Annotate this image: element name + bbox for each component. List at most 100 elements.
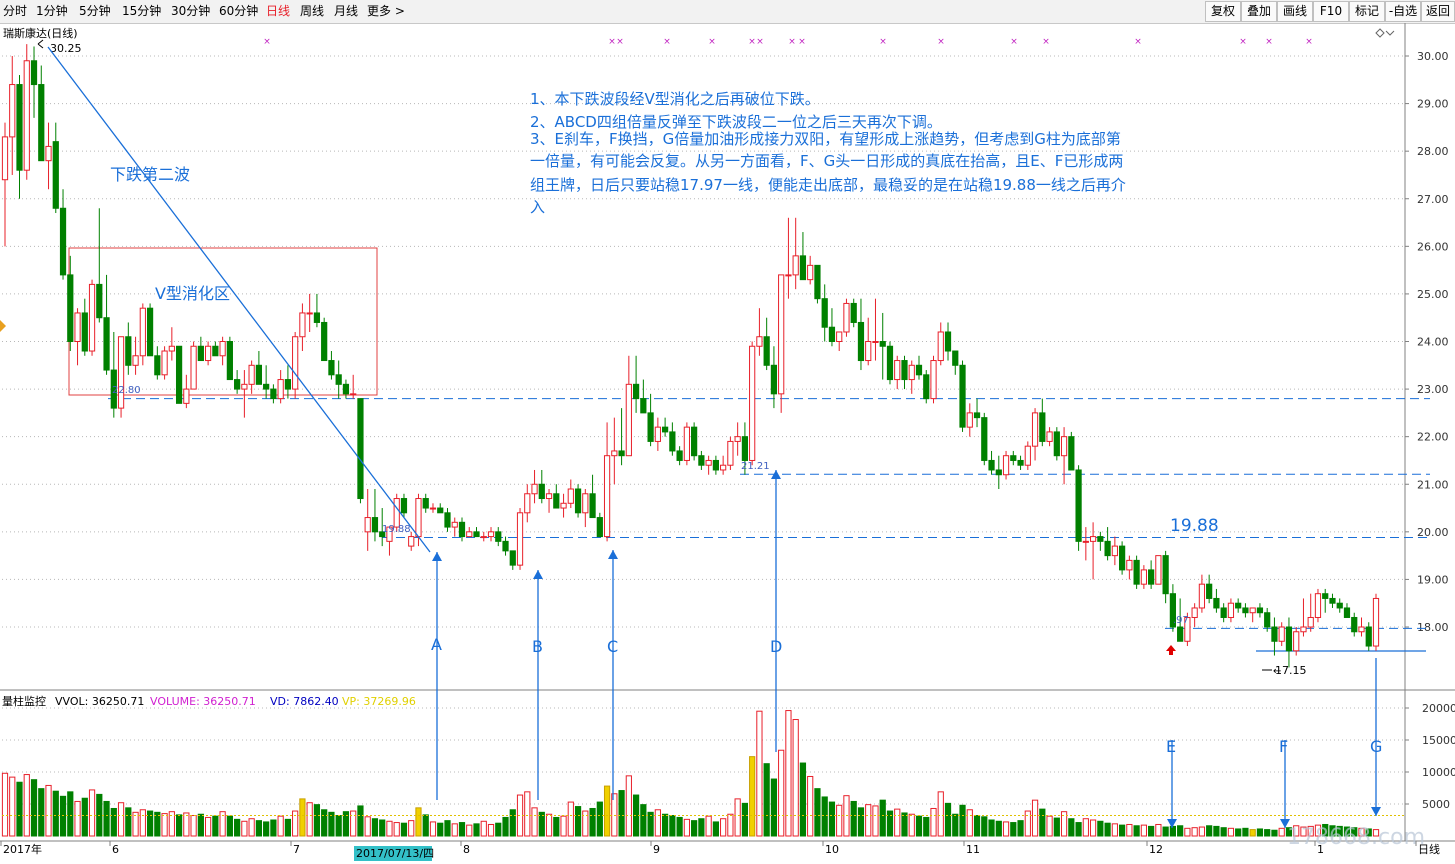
period-tab-rixian[interactable]: 日线 xyxy=(266,3,290,19)
volume-bar xyxy=(727,813,734,837)
candle-body xyxy=(814,264,821,300)
tool-button-zixuan[interactable]: -自选 xyxy=(1385,1,1421,22)
price-tick-label: 29.00 xyxy=(1417,98,1449,111)
candle-body xyxy=(879,341,886,347)
candle-body xyxy=(720,464,727,471)
volume-bar xyxy=(574,806,582,837)
volume-bar xyxy=(1191,827,1198,837)
period-tab-more[interactable]: 更多 > xyxy=(367,3,405,19)
candle-body xyxy=(197,345,204,362)
period-tab-15min[interactable]: 15分钟 xyxy=(122,3,161,19)
volume-bar xyxy=(451,823,458,837)
period-tab-fenshi[interactable]: 分时 xyxy=(3,3,27,19)
candle-body xyxy=(509,550,516,566)
tool-button-biaoji[interactable]: 标记 xyxy=(1349,1,1385,22)
volume-bar xyxy=(720,818,727,837)
annotation-line4: 一倍量，有可能会反复。从另一方面看，F、G头一日形成的真底在抬高，且E、F已形成… xyxy=(530,152,1123,170)
tool-button-diejia[interactable]: 叠加 xyxy=(1241,1,1277,22)
volume-bar xyxy=(212,815,219,837)
period-tab-60min[interactable]: 60分钟 xyxy=(219,3,258,19)
candle-body xyxy=(872,341,879,343)
candle-body xyxy=(770,364,778,395)
candle-body xyxy=(313,312,321,323)
candle-body xyxy=(480,536,487,539)
period-tab-30min[interactable]: 30分钟 xyxy=(171,3,210,19)
volume-bar xyxy=(139,809,146,837)
tool-button-fanhui[interactable]: 返回 xyxy=(1421,1,1455,22)
candle-body xyxy=(749,345,756,461)
candle-body xyxy=(270,388,277,400)
volume-bar xyxy=(495,822,502,837)
signal-mark: × xyxy=(756,37,764,47)
annotation-line2: 2、ABCD四组倍量反弹至下跌波段二一位之后三天再次下调。 xyxy=(530,113,942,131)
volume-bar xyxy=(785,710,792,837)
volume-bar xyxy=(712,821,720,837)
toolbar: 分时 1分钟 5分钟 15分钟 30分钟 60分钟 日线 周线 月线 更多 > 复权 叠加 画线 F10 标… xyxy=(0,0,1455,24)
volume-bar xyxy=(263,821,270,837)
candle-body xyxy=(212,345,219,357)
period-tab-5min[interactable]: 5分钟 xyxy=(79,3,111,19)
period-tab-1min[interactable]: 1分钟 xyxy=(36,3,68,19)
volume-bar xyxy=(1075,822,1082,837)
candle-body xyxy=(226,341,233,381)
arrow-head-icon xyxy=(533,570,543,579)
candle-body xyxy=(1206,583,1213,599)
volume-bar xyxy=(799,762,807,837)
volume-value: VOLUME: 36250.71 xyxy=(150,695,256,708)
candle-body xyxy=(393,498,400,528)
volume-bar xyxy=(487,823,495,837)
candle-body xyxy=(175,345,183,404)
candle-body xyxy=(277,379,284,400)
price-tick-label: 24.00 xyxy=(1417,336,1449,349)
candle-body xyxy=(734,436,741,442)
candle-body xyxy=(350,393,357,396)
candle-body xyxy=(1177,626,1184,642)
volume-bar xyxy=(770,778,778,837)
volume-bar xyxy=(973,815,981,837)
candle-body xyxy=(828,326,836,343)
volume-bar xyxy=(277,815,284,837)
volume-bar xyxy=(444,820,451,837)
volume-bar xyxy=(458,822,466,837)
candle-body xyxy=(1213,597,1220,609)
volume-bar xyxy=(734,798,741,837)
arrow-left-icon xyxy=(37,39,44,49)
volume-bar xyxy=(741,802,749,837)
tool-button-fuquan[interactable]: 复权 xyxy=(1205,1,1241,22)
signal-mark: × xyxy=(263,37,271,47)
price-tick-label: 22.00 xyxy=(1417,431,1449,444)
volume-bar xyxy=(857,807,865,837)
volume-bar xyxy=(23,774,30,837)
volume-bar xyxy=(88,789,96,837)
candle-body xyxy=(988,459,995,471)
tool-button-huaxian[interactable]: 画线 xyxy=(1277,1,1313,22)
candle-body xyxy=(117,336,125,409)
volume-bar xyxy=(466,824,473,837)
candle-body xyxy=(1249,607,1256,614)
volume-bar xyxy=(908,813,915,837)
candle-body xyxy=(1372,597,1380,647)
candle-body xyxy=(973,412,981,419)
candle-body xyxy=(30,60,38,86)
volume-bar xyxy=(1256,828,1264,837)
candle-body xyxy=(894,360,901,381)
candle-body xyxy=(292,336,299,390)
volume-bar xyxy=(38,788,45,837)
candle-body xyxy=(1198,583,1206,609)
volume-bar xyxy=(1,772,9,837)
period-tab-zhouxian[interactable]: 周线 xyxy=(300,3,324,19)
volume-bar xyxy=(146,810,154,837)
period-tab-yuexian[interactable]: 月线 xyxy=(334,3,358,19)
candle-body xyxy=(1053,431,1060,457)
arrow-head-icon xyxy=(432,552,442,561)
volume-bar xyxy=(865,804,872,837)
volume-bar xyxy=(691,820,698,837)
volume-bar xyxy=(408,820,415,837)
candle-body xyxy=(1017,459,1024,466)
candle-body xyxy=(1104,540,1111,557)
candle-body xyxy=(886,345,894,381)
volume-bar xyxy=(313,804,321,837)
candle-body xyxy=(553,493,560,509)
tool-button-f10[interactable]: F10 xyxy=(1313,1,1349,22)
candle-body xyxy=(429,507,437,510)
